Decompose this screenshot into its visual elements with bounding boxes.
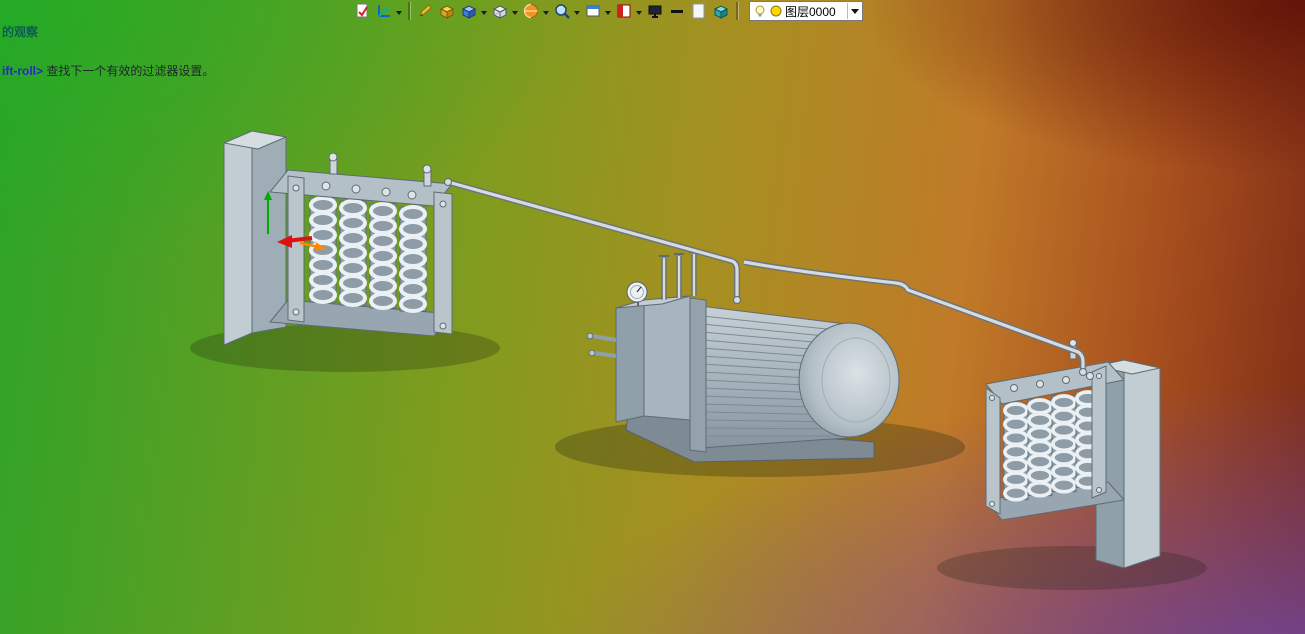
light-bulb-icon[interactable] [753, 4, 767, 18]
annotate-icon[interactable] [352, 1, 372, 21]
pump-handles [587, 333, 616, 356]
layer-combobox[interactable]: 图层0000 [749, 1, 863, 21]
right-roller-assembly[interactable] [986, 340, 1160, 569]
toolbar-divider [408, 2, 410, 20]
blank-page-icon[interactable] [689, 1, 709, 21]
dropdown-arrow-icon[interactable] [636, 11, 642, 18]
dropdown-arrow-icon[interactable] [574, 11, 580, 18]
pump-valve-pipes [659, 252, 699, 300]
command-line-2: ift-roll> 查找下一个有效的过滤器设置。 [2, 65, 214, 78]
dropdown-arrow-icon[interactable] [512, 11, 518, 18]
layer-color-dot [770, 5, 782, 17]
toolbar-divider [736, 2, 738, 20]
coordinate-system-icon[interactable] [374, 1, 394, 21]
dropdown-arrow-icon[interactable] [396, 11, 402, 18]
solid-box-icon[interactable] [437, 1, 457, 21]
render-sphere-icon[interactable] [521, 1, 541, 21]
layer-name: 图层0000 [785, 3, 844, 20]
viewport-3d[interactable] [0, 0, 1305, 634]
chevron-down-icon [851, 9, 859, 18]
pump-motor-unit[interactable] [587, 252, 899, 462]
viewport-layout-icon[interactable] [614, 1, 634, 21]
sketch-pencil-icon[interactable] [415, 1, 435, 21]
command-line-area: 的观察 ift-roll> 查找下一个有效的过滤器设置。 [2, 0, 214, 91]
dropdown-arrow-icon[interactable] [481, 11, 487, 18]
command-message: 查找下一个有效的过滤器设置。 [43, 64, 214, 78]
layer-dropdown-button[interactable] [847, 3, 862, 19]
command-line-1: 的观察 [2, 26, 214, 39]
command-prompt: ift-roll> [2, 64, 43, 78]
motor-end-cap [799, 323, 899, 437]
shaded-cube-icon[interactable] [459, 1, 479, 21]
material-cube-icon[interactable] [711, 1, 731, 21]
wireframe-cube-icon[interactable] [490, 1, 510, 21]
left-roller-assembly[interactable] [224, 131, 452, 345]
dropdown-arrow-icon[interactable] [605, 11, 611, 18]
view-toolbar: 图层0000 [352, 0, 863, 22]
display-monitor-icon[interactable] [645, 1, 665, 21]
dropdown-arrow-icon[interactable] [543, 11, 549, 18]
zoom-icon[interactable] [552, 1, 572, 21]
cad-application-window: { "command_bar": { "line1": "的观察", "line… [0, 0, 1305, 634]
view-window-icon[interactable] [583, 1, 603, 21]
line-width-icon[interactable] [667, 1, 687, 21]
